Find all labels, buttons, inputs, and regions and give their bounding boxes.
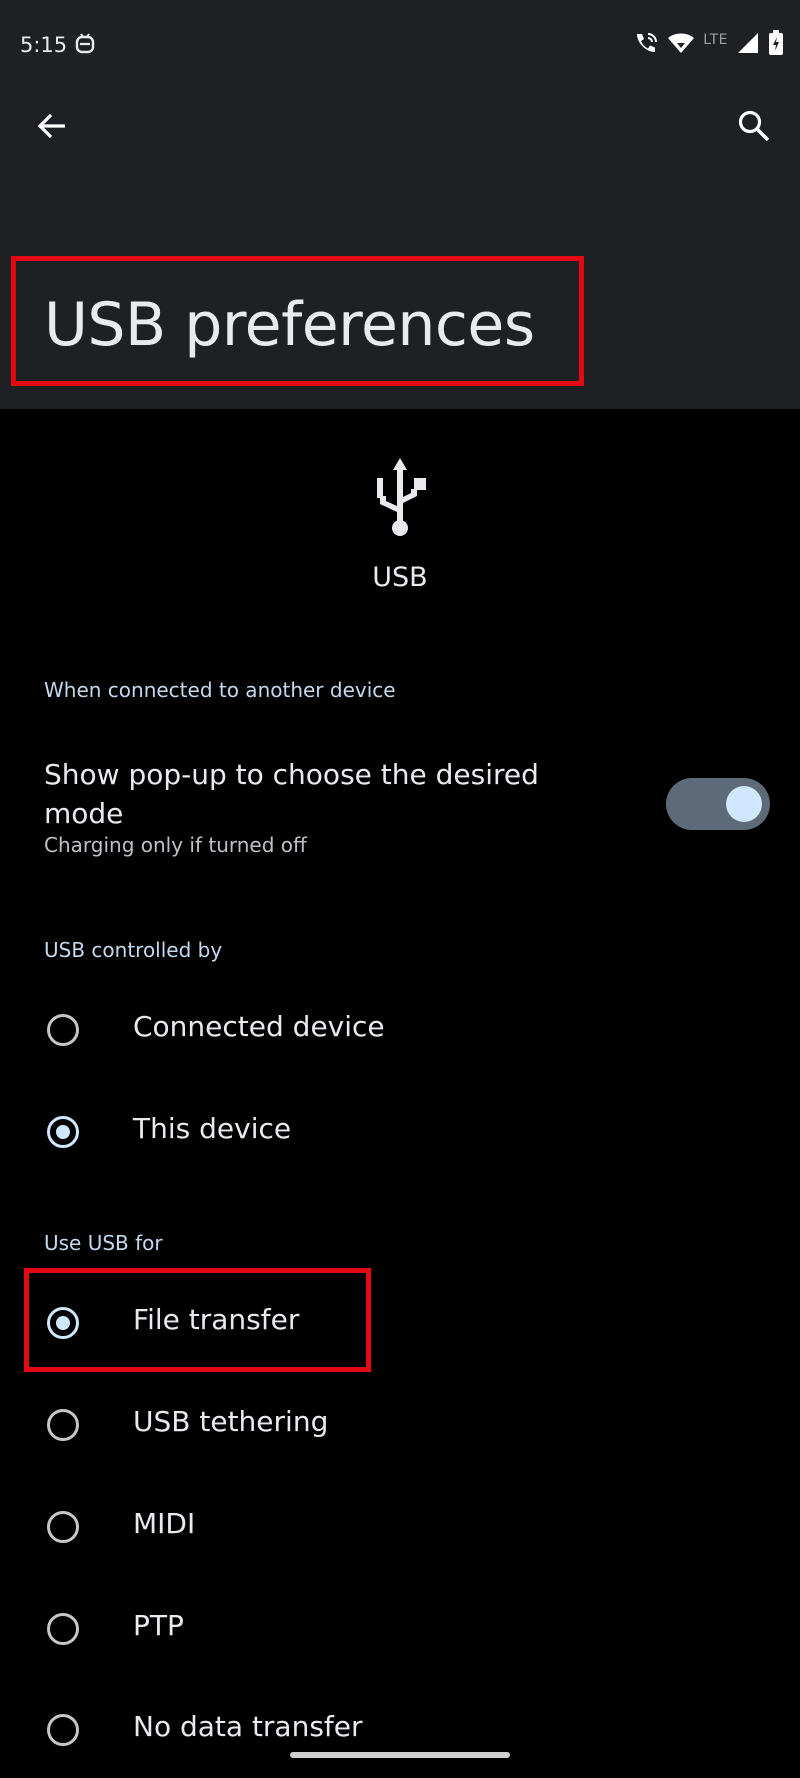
usb-preferences-screen: 5:15 LTE USB preferences USB When connec… (0, 0, 800, 1778)
usb-icon (371, 456, 429, 538)
radio-this-device[interactable]: This device (0, 1090, 800, 1180)
radio-label: PTP (133, 1609, 184, 1642)
status-bar: 5:15 LTE (0, 0, 800, 96)
app-notification-icon (74, 32, 96, 56)
section-header-controlled-by: USB controlled by (44, 938, 223, 962)
wifi-icon (667, 31, 695, 59)
radio-button[interactable] (47, 1511, 79, 1543)
status-icons: LTE (633, 30, 784, 60)
radio-no-data-transfer[interactable]: No data transfer (0, 1688, 800, 1778)
popup-toggle-switch[interactable] (666, 778, 770, 830)
popup-toggle-title: Show pop-up to choose the desired mode (44, 758, 539, 830)
arrow-back-icon (36, 110, 68, 146)
switch-thumb (726, 786, 762, 822)
radio-ptp[interactable]: PTP (0, 1587, 800, 1677)
radio-connected-device[interactable]: Connected device (0, 988, 800, 1078)
radio-button[interactable] (47, 1409, 79, 1441)
popup-toggle-summary: Charging only if turned off (44, 833, 307, 857)
back-button[interactable] (26, 102, 78, 154)
gesture-nav-handle[interactable] (290, 1752, 510, 1758)
network-type-label: LTE (703, 32, 728, 48)
section-header-use-usb-for: Use USB for (44, 1231, 163, 1255)
usb-label: USB (372, 562, 428, 593)
radio-label: This device (133, 1112, 292, 1145)
popup-toggle-row[interactable]: Show pop-up to choose the desired mode C… (0, 745, 800, 865)
search-button[interactable] (728, 102, 780, 154)
radio-midi[interactable]: MIDI (0, 1485, 800, 1575)
radio-label: MIDI (133, 1507, 196, 1540)
radio-label: USB tethering (133, 1405, 329, 1438)
title-highlight-box (11, 256, 584, 386)
cell-signal-icon (736, 31, 760, 59)
file-transfer-highlight-box (24, 1268, 371, 1372)
top-app-bar: 5:15 LTE USB preferences (0, 0, 800, 409)
radio-label: No data transfer (133, 1710, 363, 1743)
section-header-connected: When connected to another device (44, 678, 396, 702)
radio-button[interactable] (47, 1714, 79, 1746)
radio-button-selected[interactable] (47, 1116, 79, 1148)
radio-label: Connected device (133, 1010, 385, 1043)
wifi-calling-icon (633, 31, 659, 59)
battery-icon (768, 30, 784, 60)
radio-usb-tethering[interactable]: USB tethering (0, 1383, 800, 1473)
radio-button[interactable] (47, 1613, 79, 1645)
status-time: 5:15 (20, 33, 68, 57)
radio-button[interactable] (47, 1014, 79, 1046)
search-icon (737, 109, 771, 147)
